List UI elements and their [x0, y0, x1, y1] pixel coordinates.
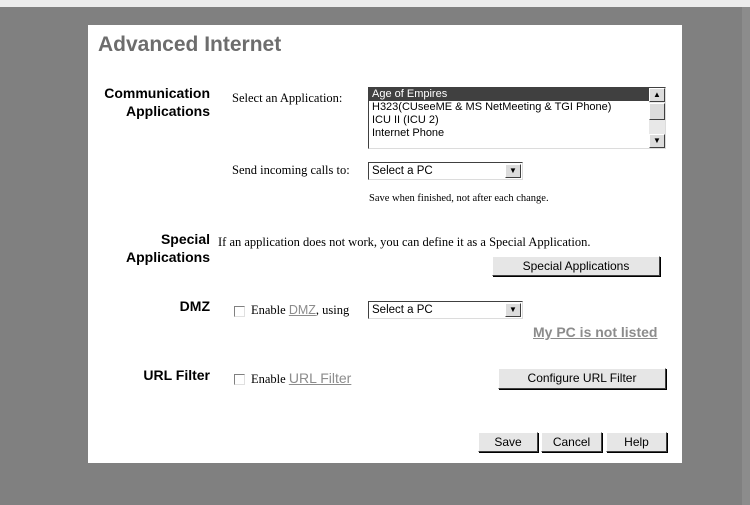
send-calls-select[interactable]: Select a PC ▼	[368, 162, 523, 180]
enable-dmz-prefix: Enable	[251, 303, 289, 317]
communication-label-line2: Applications	[125, 103, 210, 119]
chevron-down-icon[interactable]: ▼	[505, 303, 521, 317]
application-options: Age of Empires H323(CUseeME & MS NetMeeti…	[369, 88, 665, 140]
application-option[interactable]: ICU II (ICU 2)	[369, 114, 665, 127]
application-listbox-scrollbar[interactable]: ▲ ▼	[649, 88, 665, 148]
scroll-up-icon[interactable]: ▲	[649, 88, 665, 102]
communication-applications-label: Communication Applications	[104, 84, 210, 120]
application-option[interactable]: Internet Phone	[369, 127, 665, 140]
scroll-down-icon[interactable]: ▼	[649, 134, 665, 148]
right-strip	[742, 7, 750, 505]
enable-dmz-suffix: , using	[315, 303, 350, 317]
special-applications-button[interactable]: Special Applications	[492, 256, 660, 276]
save-button[interactable]: Save	[478, 432, 538, 452]
send-calls-select-value: Select a PC	[372, 165, 433, 177]
save-note: Save when finished, not after each chang…	[369, 193, 549, 204]
my-pc-not-listed-link[interactable]: My PC is not listed	[533, 324, 657, 340]
cancel-button[interactable]: Cancel	[541, 432, 602, 452]
page-title: Advanced Internet	[98, 33, 282, 56]
enable-url-filter-text: Enable URL Filter	[251, 370, 351, 387]
help-button[interactable]: Help	[606, 432, 667, 452]
application-option[interactable]: H323(CUseeME & MS NetMeeting & TGI Phone…	[369, 101, 665, 114]
advanced-internet-panel: Advanced Internet Communication Applicat…	[88, 25, 682, 463]
special-label-line1: Special	[160, 231, 210, 247]
dmz-link[interactable]: DMZ	[289, 303, 316, 317]
url-filter-label: URL Filter	[143, 367, 210, 383]
communication-label-line1: Communication	[104, 85, 210, 101]
scroll-thumb[interactable]	[649, 103, 665, 120]
top-strip	[0, 0, 750, 7]
enable-url-filter-prefix: Enable	[251, 372, 289, 386]
send-incoming-calls-label: Send incoming calls to:	[232, 163, 350, 177]
dmz-select-value: Select a PC	[372, 304, 433, 316]
special-label-line2: Applications	[125, 249, 210, 265]
special-applications-label: Special Applications	[126, 230, 210, 266]
configure-url-filter-button[interactable]: Configure URL Filter	[498, 368, 666, 389]
chevron-down-icon[interactable]: ▼	[505, 164, 521, 178]
url-filter-link[interactable]: URL Filter	[289, 370, 352, 386]
application-listbox[interactable]: Age of Empires H323(CUseeME & MS NetMeeti…	[368, 87, 666, 149]
dmz-label: DMZ	[179, 298, 210, 314]
application-option[interactable]: Age of Empires	[369, 88, 665, 101]
enable-dmz-text: Enable DMZ, using	[251, 303, 349, 318]
enable-dmz-checkbox[interactable]	[234, 306, 245, 317]
special-applications-description: If an application does not work, you can…	[218, 235, 591, 249]
enable-url-filter-checkbox[interactable]	[234, 374, 245, 385]
select-application-label: Select an Application:	[232, 91, 343, 105]
dmz-select[interactable]: Select a PC ▼	[368, 301, 523, 319]
